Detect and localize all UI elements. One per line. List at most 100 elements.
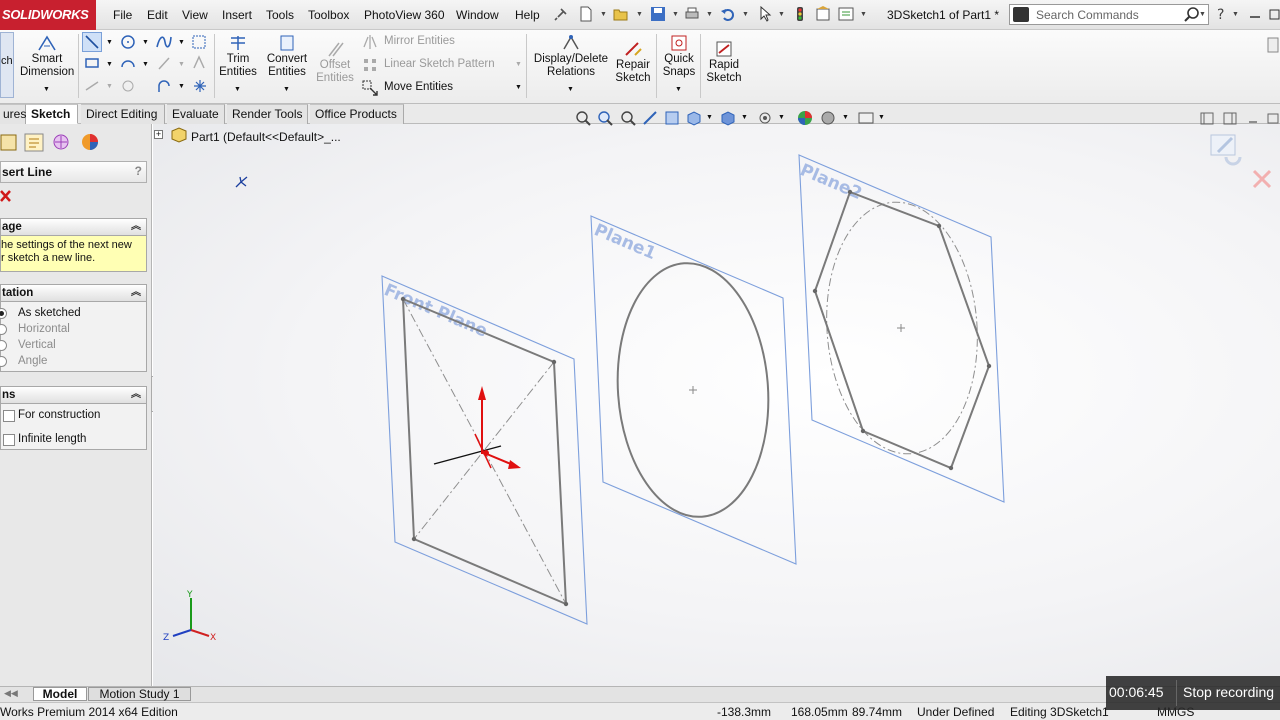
sketch-button-partial[interactable]: ch (0, 32, 14, 98)
menu-photoview[interactable]: PhotoView 360 (364, 8, 445, 22)
smart-dimension-dropdown-icon[interactable]: ▼ (43, 86, 50, 93)
rectangle-tool-icon[interactable] (84, 55, 100, 71)
stop-recording-button[interactable]: Stop recording (1183, 684, 1274, 700)
options-dropdown-icon[interactable]: ▼ (860, 11, 867, 18)
undo-icon[interactable] (720, 6, 736, 22)
property-manager-tab-icon[interactable] (24, 133, 44, 152)
snaps-dropdown-icon[interactable]: ▼ (675, 86, 682, 93)
configuration-manager-tab-icon[interactable] (51, 133, 71, 152)
traffic-light-icon[interactable] (792, 6, 808, 22)
move-entities-label[interactable]: Move Entities (384, 81, 453, 93)
collapse-chevron-icon[interactable]: ︽ (131, 387, 141, 403)
circle-tool-icon[interactable] (120, 34, 136, 50)
offset-arc-dropdown-icon[interactable]: ▼ (178, 83, 185, 90)
line-dropdown-icon[interactable]: ▼ (106, 39, 113, 46)
radio-as-sketched[interactable] (0, 308, 7, 319)
menu-tools[interactable]: Tools (266, 8, 294, 22)
minimize-icon[interactable] (1247, 6, 1263, 22)
sketch-fillet-icon[interactable] (156, 55, 172, 71)
select-dropdown-icon[interactable]: ▼ (778, 11, 785, 18)
help-icon[interactable]: ? (1214, 6, 1230, 22)
tab-motion-study[interactable]: Motion Study 1 (88, 687, 191, 701)
circle-dropdown-icon[interactable]: ▼ (142, 39, 149, 46)
quick-snaps-button[interactable]: Quick Snaps (660, 34, 698, 79)
sketch-geometry[interactable]: Front Plane Plane1 Plane2 (153, 124, 1280, 686)
offset-entities-button[interactable]: Offset Entities (314, 40, 356, 85)
display-manager-tab-icon[interactable] (80, 133, 100, 152)
tab-model[interactable]: Model (33, 687, 87, 701)
trim-entities-button[interactable]: Trim Entities (218, 34, 258, 79)
new-document-icon[interactable] (578, 6, 594, 22)
centerline-icon[interactable] (84, 78, 100, 94)
tab-office-products[interactable]: Office Products (310, 104, 404, 124)
convert-dropdown-icon[interactable]: ▼ (283, 86, 290, 93)
rectangle-dropdown-icon[interactable]: ▼ (106, 61, 113, 68)
select-cursor-icon[interactable] (758, 6, 774, 22)
search-dropdown-icon[interactable]: ▼ (1199, 11, 1206, 18)
save-dropdown-icon[interactable]: ▼ (672, 11, 679, 18)
print-icon[interactable] (684, 6, 700, 22)
centerline-dropdown-icon[interactable]: ▼ (106, 83, 113, 90)
pm-help-icon[interactable]: ? (135, 164, 142, 178)
tab-scroll-first-icon[interactable]: ◀◀ (4, 688, 18, 699)
menu-help[interactable]: Help (515, 8, 540, 22)
infinite-length-checkbox[interactable] (3, 434, 15, 446)
menu-edit[interactable]: Edit (147, 8, 168, 22)
menu-file[interactable]: File (113, 8, 132, 22)
open-dropdown-icon[interactable]: ▼ (636, 11, 643, 18)
menu-window[interactable]: Window (456, 8, 499, 22)
open-folder-icon[interactable] (613, 6, 629, 22)
ribbon-pin-icon[interactable] (1266, 36, 1280, 54)
tab-features[interactable]: ures (0, 104, 26, 124)
view-settings-dropdown-icon[interactable]: ▼ (878, 114, 885, 121)
collapse-chevron-icon[interactable]: ︽ (131, 285, 141, 301)
text-tool-icon[interactable] (191, 55, 207, 71)
view-orientation-dropdown-icon[interactable]: ▼ (706, 114, 713, 121)
undo-dropdown-icon[interactable]: ▼ (742, 11, 749, 18)
display-delete-relations-button[interactable]: Display/Delete Relations (532, 34, 610, 79)
new-dropdown-icon[interactable]: ▼ (600, 11, 607, 18)
linear-sketch-pattern-label[interactable]: Linear Sketch Pattern (384, 58, 495, 70)
file-properties-icon[interactable] (815, 6, 831, 22)
trim-dropdown-icon[interactable]: ▼ (234, 86, 241, 93)
options-section-header[interactable]: ns ︽ (0, 386, 147, 404)
front-plane[interactable]: Front Plane (381, 275, 588, 625)
search-icon[interactable] (1184, 6, 1200, 22)
spline-tool-icon[interactable] (155, 33, 173, 51)
linear-pattern-icon[interactable] (362, 57, 378, 73)
feature-manager-tab-icon[interactable] (0, 133, 18, 152)
offset-arc-icon[interactable] (156, 78, 172, 94)
menu-view[interactable]: View (182, 8, 208, 22)
scene-dropdown-icon[interactable]: ▼ (842, 114, 849, 121)
relations-dropdown-icon[interactable]: ▼ (567, 86, 574, 93)
move-dropdown-icon[interactable]: ▼ (515, 84, 522, 91)
save-icon[interactable] (650, 6, 666, 22)
rapid-sketch-button[interactable]: Rapid Sketch (704, 40, 744, 85)
radio-horizontal[interactable] (0, 324, 7, 335)
line-tool-button[interactable] (82, 32, 102, 52)
close-cancel-icon[interactable] (0, 189, 12, 203)
fillet-dropdown-icon[interactable]: ▼ (178, 61, 185, 68)
plane1[interactable]: Plane1 (590, 215, 797, 565)
smart-dimension-button[interactable]: Smart Dimension (20, 34, 74, 79)
mirror-entities-label[interactable]: Mirror Entities (384, 35, 455, 47)
tab-evaluate[interactable]: Evaluate (167, 104, 225, 124)
tab-render-tools[interactable]: Render Tools (227, 104, 308, 124)
orientation-section-header[interactable]: tation ︽ (0, 284, 147, 302)
for-construction-checkbox[interactable] (3, 410, 15, 422)
display-style-dropdown-icon[interactable]: ▼ (741, 114, 748, 121)
options-icon[interactable] (838, 6, 854, 22)
collapse-chevron-icon[interactable]: ︽ (131, 219, 141, 235)
repair-sketch-button[interactable]: Repair Sketch (612, 40, 654, 85)
search-commands-box[interactable]: Search Commands (1009, 4, 1209, 25)
polygon-tool-icon[interactable] (120, 78, 136, 94)
radio-vertical[interactable] (0, 340, 7, 351)
arc-tool-icon[interactable] (120, 55, 136, 71)
graphics-area[interactable]: + Part1 (Default<<Default>_... ▼ ▼ ▼ ▼ ▼… (153, 111, 1280, 686)
spline-dropdown-icon[interactable]: ▼ (178, 39, 185, 46)
point-tool-icon[interactable] (192, 78, 208, 94)
move-entities-icon[interactable] (362, 80, 378, 96)
convert-entities-button[interactable]: Convert Entities (264, 34, 310, 79)
pin-icon[interactable] (553, 6, 569, 22)
menu-toolbox[interactable]: Toolbox (308, 8, 349, 22)
